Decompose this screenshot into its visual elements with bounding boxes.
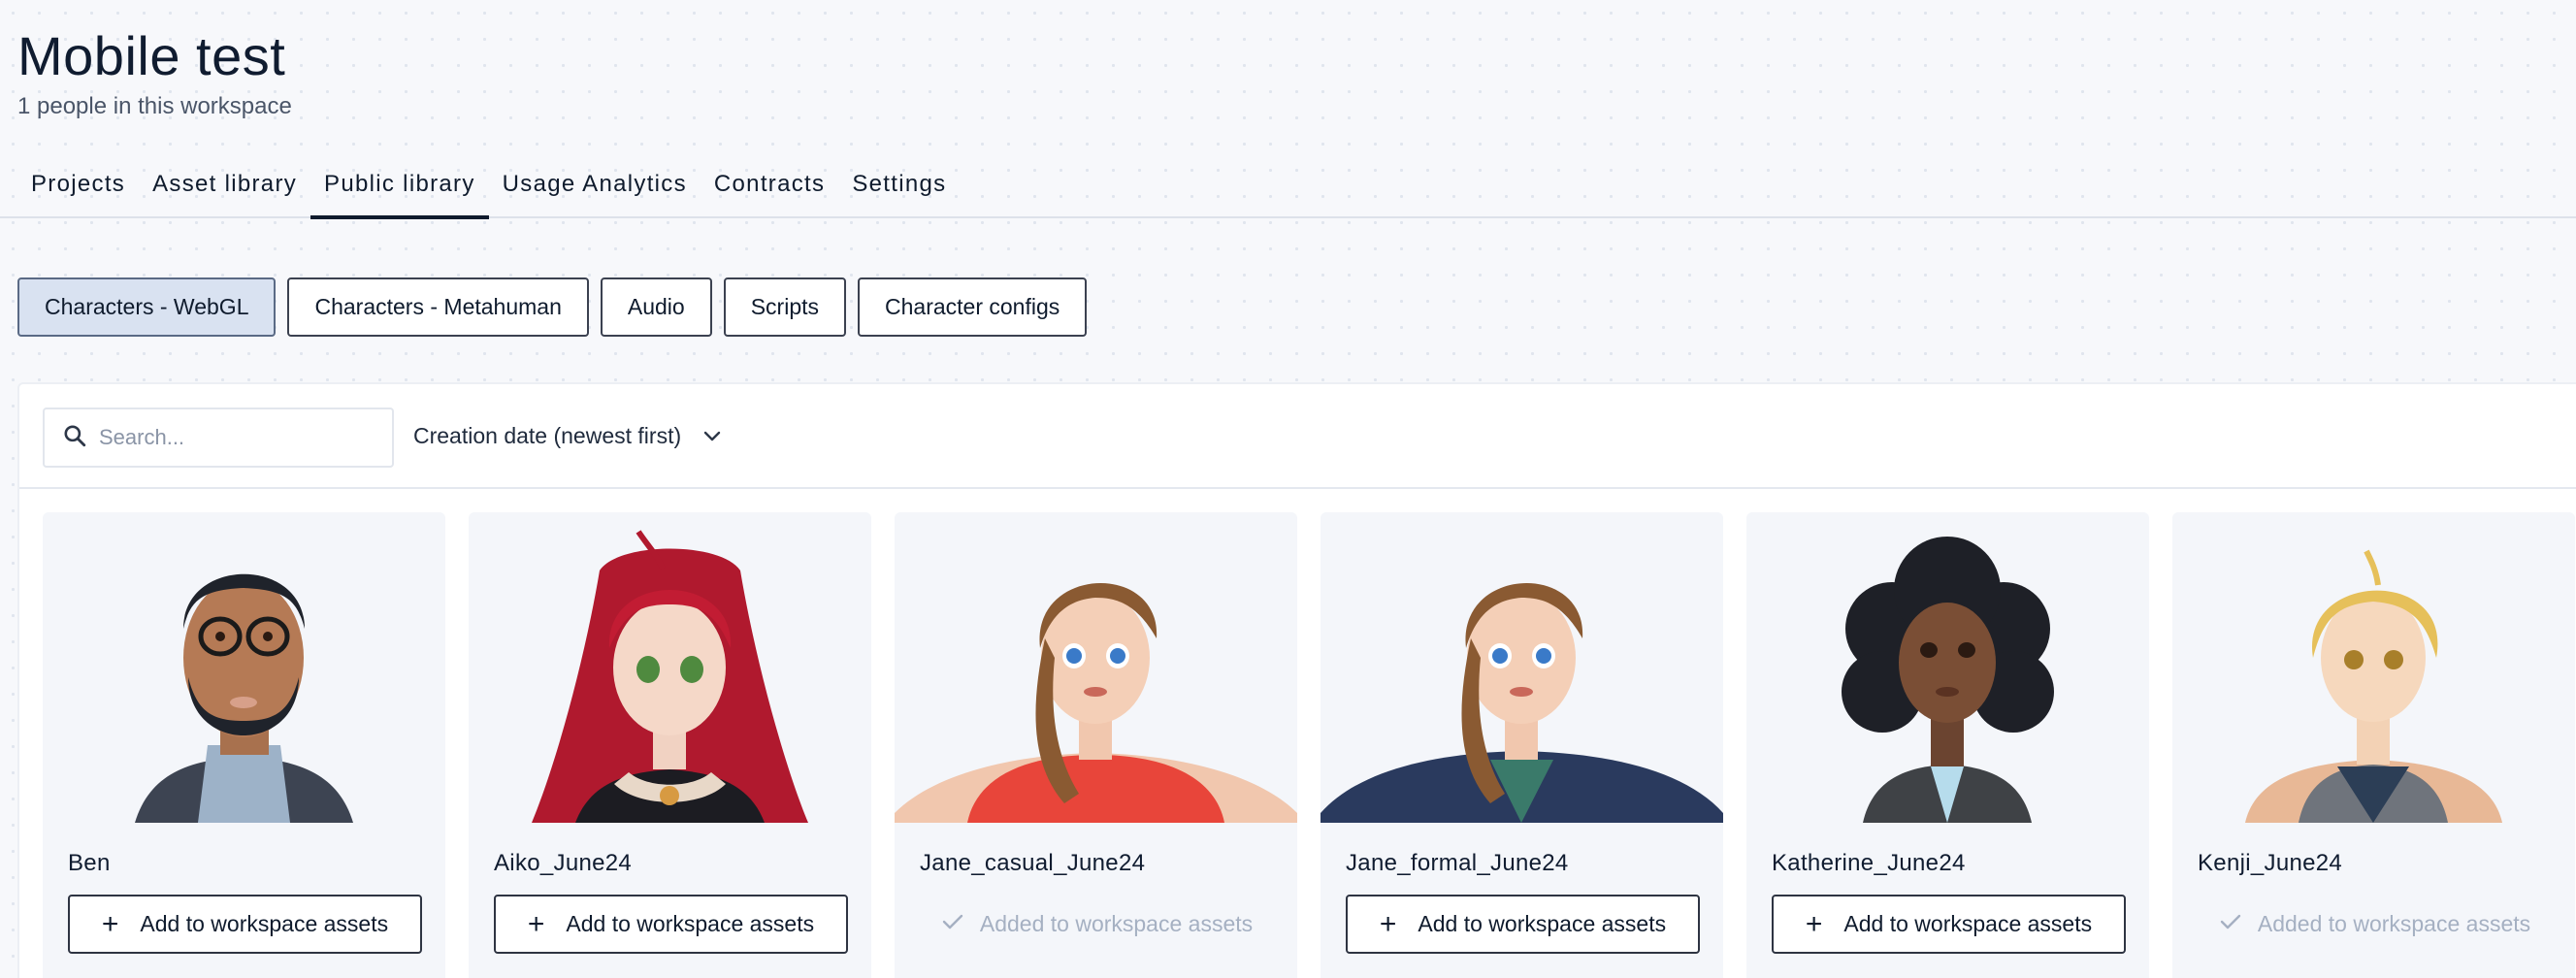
character-name: Jane_casual_June24 — [920, 850, 1146, 876]
asset-type-filters: Characters - WebGL Characters - Metahuma… — [17, 277, 1088, 337]
added-to-workspace-status: Added to workspace assets — [920, 895, 1274, 954]
character-avatar-ben — [135, 573, 353, 823]
check-icon — [941, 911, 980, 937]
tab-usage-analytics[interactable]: Usage Analytics — [489, 161, 701, 217]
filter-character-configs[interactable]: Character configs — [858, 277, 1088, 337]
search-box[interactable] — [43, 408, 394, 468]
character-grid: Ben + Add to workspace assets Aiko_June2… — [43, 512, 2575, 978]
add-to-workspace-button[interactable]: + Add to workspace assets — [1772, 895, 2126, 954]
plus-icon: + — [1379, 907, 1397, 940]
page-title: Mobile test — [17, 25, 286, 86]
tab-asset-library[interactable]: Asset library — [139, 161, 310, 217]
filter-audio[interactable]: Audio — [600, 277, 712, 337]
character-card[interactable]: Ben + Add to workspace assets — [43, 512, 445, 978]
character-avatar-kenji — [2245, 549, 2502, 823]
added-status-label: Added to workspace assets — [2257, 911, 2531, 936]
tab-settings[interactable]: Settings — [838, 161, 960, 217]
add-button-label: Add to workspace assets — [1418, 911, 1667, 936]
workspace-tabs: Projects Asset library Public library Us… — [17, 161, 960, 219]
plus-icon: + — [1805, 907, 1823, 940]
page-header: Mobile test 1 people in this workspace — [17, 25, 292, 120]
character-card[interactable]: Katherine_June24 + Add to workspace asse… — [1746, 512, 2149, 978]
add-button-label: Add to workspace assets — [566, 911, 815, 936]
character-name: Ben — [68, 850, 111, 876]
plus-icon: + — [527, 907, 545, 940]
character-avatar-jane-formal — [1321, 582, 1723, 823]
character-card[interactable]: Aiko_June24 + Add to workspace assets — [469, 512, 871, 978]
character-name: Jane_formal_June24 — [1346, 850, 1569, 876]
add-button-label: Add to workspace assets — [1843, 911, 2093, 936]
character-name: Kenji_June24 — [2198, 850, 2343, 876]
add-to-workspace-button[interactable]: + Add to workspace assets — [1346, 895, 1700, 954]
check-icon — [2219, 911, 2258, 937]
tab-public-library[interactable]: Public library — [310, 161, 489, 219]
chevron-down-icon — [681, 423, 722, 449]
character-avatar-jane-casual — [895, 582, 1297, 823]
added-status-label: Added to workspace assets — [979, 911, 1254, 936]
character-card[interactable]: Jane_formal_June24 + Add to workspace as… — [1321, 512, 1723, 978]
plus-icon: + — [101, 907, 119, 940]
library-toolbar: Creation date (newest first) — [19, 384, 2576, 489]
add-button-label: Add to workspace assets — [140, 911, 389, 936]
sort-dropdown[interactable]: Creation date (newest first) — [413, 423, 722, 449]
search-input[interactable] — [99, 425, 371, 450]
filter-scripts[interactable]: Scripts — [723, 277, 846, 337]
add-to-workspace-button[interactable]: + Add to workspace assets — [494, 895, 848, 954]
workspace-member-count: 1 people in this workspace — [17, 93, 292, 119]
added-to-workspace-status: Added to workspace assets — [2198, 895, 2552, 954]
character-name: Aiko_June24 — [494, 850, 633, 876]
search-icon — [62, 423, 87, 453]
character-name: Katherine_June24 — [1772, 850, 1966, 876]
tab-contracts[interactable]: Contracts — [701, 161, 838, 217]
character-card[interactable]: Jane_casual_June24 Added to workspace as… — [895, 512, 1297, 978]
character-avatar-aiko — [532, 530, 808, 823]
library-panel: Creation date (newest first) Ben — [17, 382, 2576, 978]
sort-label: Creation date (newest first) — [413, 423, 682, 448]
filter-characters-metahuman[interactable]: Characters - Metahuman — [287, 277, 589, 337]
add-to-workspace-button[interactable]: + Add to workspace assets — [68, 895, 422, 954]
character-avatar-katherine — [1842, 537, 2054, 823]
filter-characters-webgl[interactable]: Characters - WebGL — [17, 277, 277, 337]
tab-projects[interactable]: Projects — [17, 161, 139, 217]
character-card[interactable]: Kenji_June24 Added to workspace assets — [2172, 512, 2575, 978]
